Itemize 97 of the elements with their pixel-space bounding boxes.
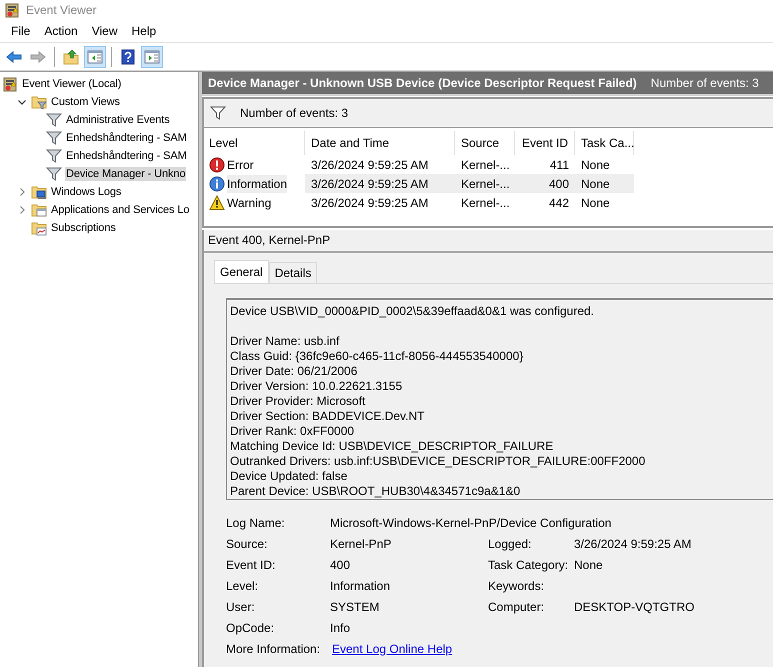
property-text: Matching Device Id: USB\DEVICE_DESCRIPTOR_FAILURE bbox=[230, 439, 554, 454]
property-text: Class Guid: {36fc9e60-c465-11cf-8056-444553540000} bbox=[230, 349, 524, 364]
tab[interactable]: Details bbox=[268, 262, 318, 283]
field-label: OpCode: bbox=[226, 620, 276, 634]
field-label: Computer: bbox=[488, 600, 546, 614]
tree-item[interactable]: Applications and Services Lo bbox=[50, 203, 190, 217]
error-icon bbox=[209, 156, 225, 172]
tree-item[interactable]: Device Manager - Unkno bbox=[65, 167, 186, 181]
field-value: Info bbox=[330, 620, 352, 634]
table-cell: None bbox=[581, 196, 610, 210]
column-header[interactable]: Task Ca... bbox=[575, 131, 634, 155]
field-value: None bbox=[574, 558, 604, 572]
table-cell: None bbox=[581, 158, 610, 172]
tree-item[interactable]: Custom Views bbox=[50, 95, 121, 109]
menu-item[interactable]: File bbox=[4, 22, 38, 40]
tree-item[interactable]: Enhedshåndtering - SAM bbox=[65, 131, 188, 145]
table-cell-text: None bbox=[581, 176, 610, 192]
table-cell: Kernel-... bbox=[461, 196, 510, 210]
event-title: Event 400, Kernel-PnP bbox=[204, 230, 773, 253]
table-row[interactable]: Error 3/26/2024 9:59:25 AM Kernel-... 411 None bbox=[204, 155, 634, 174]
column-header[interactable]: Level bbox=[204, 131, 305, 155]
table-cell: 3/26/2024 9:59:25 AM bbox=[311, 158, 428, 172]
window-title: Event Viewer bbox=[26, 3, 96, 17]
folder-window-icon bbox=[31, 202, 47, 218]
table-cell: 411 bbox=[550, 158, 569, 172]
property-text: Device Updated: false bbox=[230, 469, 348, 484]
event-count: Number of events: 3 bbox=[650, 76, 759, 90]
property-text: Driver Date: 06/21/2006 bbox=[230, 364, 358, 379]
folder-filter-icon bbox=[31, 94, 47, 110]
menu-item[interactable]: View bbox=[84, 22, 124, 40]
table-cell: 3/26/2024 9:59:25 AM bbox=[311, 196, 428, 210]
property-text: Driver Name: usb.inf bbox=[230, 334, 340, 349]
field-label: Task Category: bbox=[488, 558, 570, 572]
field-value: Kernel-PnP bbox=[330, 536, 392, 550]
table-cell: Kernel-... bbox=[461, 158, 510, 172]
field-value: 400 bbox=[330, 558, 352, 572]
table-cell: 442 bbox=[548, 196, 569, 210]
field-value: DESKTOP-VQTGTRO bbox=[574, 600, 696, 614]
field-label: Logged: bbox=[488, 536, 532, 550]
event-log-icon bbox=[4, 2, 20, 18]
view-title: Device Manager - Unknown USB Device (Device Descriptor Request Failed) bbox=[208, 76, 637, 90]
column-header[interactable]: Source bbox=[455, 131, 515, 155]
field-label: Source: bbox=[226, 536, 268, 550]
back-arrow-icon bbox=[6, 48, 22, 64]
tab[interactable]: General bbox=[214, 260, 269, 283]
folder-calendar-icon bbox=[31, 220, 47, 236]
property-text: Driver Section: BADDEVICE.Dev.NT bbox=[230, 409, 426, 424]
help-icon bbox=[120, 48, 136, 64]
table-cell: Warning bbox=[227, 196, 272, 210]
folder-computer-icon bbox=[31, 184, 47, 200]
filter-icon bbox=[46, 166, 62, 182]
property-text: Driver Rank: 0xFF0000 bbox=[230, 424, 356, 439]
field-value: SYSTEM bbox=[330, 600, 380, 614]
table-row[interactable]: Information 3/26/2024 9:59:25 AM Kernel-... 400 None bbox=[204, 174, 634, 193]
event-log-icon bbox=[2, 76, 18, 92]
column-header[interactable]: Date and Time bbox=[305, 131, 455, 155]
menu-item[interactable]: Help bbox=[124, 22, 164, 40]
info-icon bbox=[209, 176, 225, 192]
message-text: Device USB\VID_0000&PID_0002\5&39effaad&0&1 was configured. bbox=[230, 304, 596, 319]
field-label: User: bbox=[226, 600, 256, 614]
field-label: More Information: bbox=[226, 642, 322, 656]
table-row[interactable]: Warning 3/26/2024 9:59:25 AM Kernel-... 442 None bbox=[204, 193, 634, 212]
field-label: Level: bbox=[226, 578, 260, 592]
event-count: Number of events: 3 bbox=[240, 106, 348, 120]
field-label: Keywords: bbox=[488, 578, 546, 592]
table-cell-text: 400 bbox=[548, 176, 569, 192]
filter-icon bbox=[210, 105, 226, 121]
filter-icon bbox=[46, 112, 62, 128]
field-value: 3/26/2024 9:59:25 AM bbox=[574, 536, 692, 550]
table-cell: Information bbox=[227, 174, 288, 192]
tree-item[interactable]: Windows Logs bbox=[50, 185, 122, 199]
panel-icon bbox=[144, 48, 160, 64]
column-header[interactable]: Event ID bbox=[515, 131, 575, 155]
field-value: Information bbox=[330, 578, 392, 592]
tree-item[interactable]: Subscriptions bbox=[50, 221, 117, 235]
field-value: Microsoft-Windows-Kernel-PnP/Device Configuration bbox=[330, 516, 612, 530]
property-text: Parent Device: USB\ROOT_HUB30\4&34571c9a&1&0 bbox=[230, 484, 522, 499]
tree-item[interactable]: Event Viewer (Local) bbox=[21, 77, 122, 91]
table-cell-text: Kernel-... bbox=[461, 176, 510, 192]
menu-item[interactable]: Action bbox=[37, 22, 85, 40]
warning-icon bbox=[209, 194, 225, 210]
help-link[interactable]: Event Log Online Help bbox=[332, 642, 452, 656]
property-text: Driver Version: 10.0.22621.3155 bbox=[230, 379, 404, 394]
chevron-icon[interactable] bbox=[17, 97, 27, 107]
field-label: Log Name: bbox=[226, 516, 286, 530]
tree-item[interactable]: Administrative Events bbox=[65, 113, 171, 127]
folder-up-icon bbox=[63, 48, 79, 64]
panel-icon bbox=[87, 48, 103, 64]
property-text: Driver Provider: Microsoft bbox=[230, 394, 366, 409]
filter-icon bbox=[46, 130, 62, 146]
field-label: Event ID: bbox=[226, 558, 276, 572]
filter-icon bbox=[46, 148, 62, 164]
forward-arrow-icon bbox=[30, 48, 46, 64]
table-cell-text: 3/26/2024 9:59:25 AM bbox=[311, 176, 428, 192]
table-cell: Error bbox=[227, 158, 254, 172]
property-text: Outranked Drivers: usb.inf:USB\DEVICE_DESCRIPTOR_FAILURE:00FF2000 bbox=[230, 454, 646, 469]
tree-item[interactable]: Enhedshåndtering - SAM bbox=[65, 149, 188, 163]
